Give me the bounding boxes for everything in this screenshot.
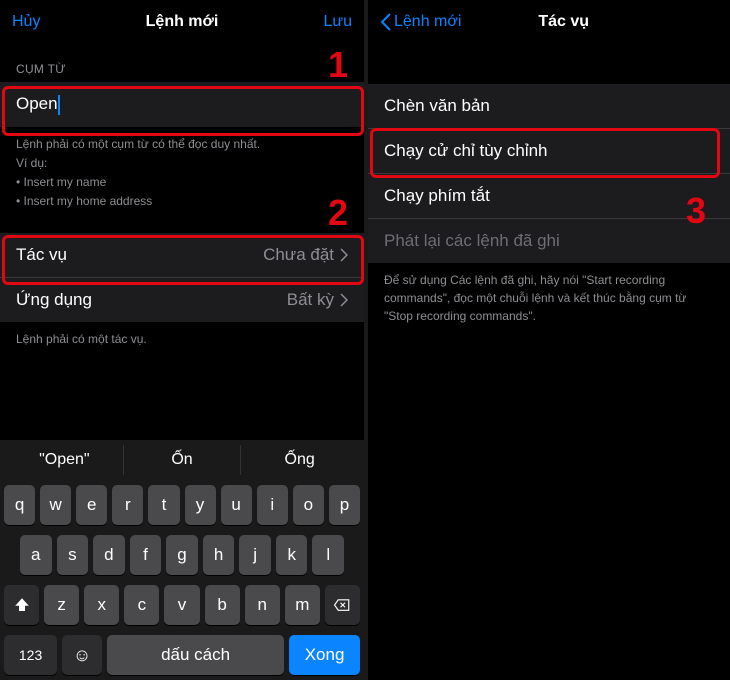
key-u[interactable]: u [221, 485, 252, 525]
option-label: Chèn văn bản [384, 96, 490, 116]
option-playback-recorded: Phát lại các lệnh đã ghi [368, 219, 730, 263]
shift-icon [13, 596, 31, 614]
emoji-key[interactable]: ☺ [62, 635, 102, 675]
nav-bar: Lệnh mới Tác vụ [368, 0, 730, 44]
key-f[interactable]: f [130, 535, 162, 575]
app-value: Bất kỳ [287, 290, 334, 310]
cancel-button[interactable]: Hủy [12, 13, 64, 31]
nav-bar: Hủy Lệnh mới Lưu [0, 0, 364, 44]
key-m[interactable]: m [285, 585, 320, 625]
emoji-icon: ☺ [73, 645, 91, 666]
back-button[interactable]: Lệnh mới [380, 13, 461, 31]
option-insert-text[interactable]: Chèn văn bản [368, 84, 730, 129]
key-r[interactable]: r [112, 485, 143, 525]
key-i[interactable]: i [257, 485, 288, 525]
back-label: Lệnh mới [394, 13, 461, 31]
key-p[interactable]: p [329, 485, 360, 525]
chevron-left-icon [380, 13, 392, 31]
task-cell[interactable]: Tác vụ Chưa đặt [0, 233, 364, 278]
key-g[interactable]: g [166, 535, 198, 575]
key-e[interactable]: e [76, 485, 107, 525]
key-t[interactable]: t [148, 485, 179, 525]
key-j[interactable]: j [239, 535, 271, 575]
option-label: Chạy cử chỉ tùy chỉnh [384, 141, 548, 161]
new-command-screen: Hủy Lệnh mới Lưu CỤM TỪ Open Lệnh phải c… [0, 0, 368, 680]
option-label: Chạy phím tắt [384, 186, 490, 206]
key-c[interactable]: c [124, 585, 159, 625]
backspace-key[interactable] [325, 585, 360, 625]
option-label: Phát lại các lệnh đã ghi [384, 231, 560, 251]
done-key[interactable]: Xong [289, 635, 360, 675]
key-row: asdfghjkl [0, 530, 364, 580]
suggestion[interactable]: Ống [241, 445, 358, 475]
space-key[interactable]: dấu cách [107, 635, 284, 675]
nav-title: Lệnh mới [64, 13, 300, 31]
phrase-helper: Lệnh phải có một cụm từ có thể đọc duy n… [0, 127, 364, 216]
key-k[interactable]: k [276, 535, 308, 575]
app-label: Ứng dụng [16, 290, 92, 310]
option-run-shortcut[interactable]: Chạy phím tắt [368, 174, 730, 219]
key-q[interactable]: q [4, 485, 35, 525]
key-row: zxcvbnm [0, 580, 364, 630]
app-cell[interactable]: Ứng dụng Bất kỳ [0, 278, 364, 322]
nav-title: Tác vụ [461, 13, 666, 31]
phrase-input[interactable]: Open [16, 94, 348, 115]
key-row: 123 ☺ dấu cách Xong [0, 630, 364, 680]
shift-key[interactable] [4, 585, 39, 625]
picker-footer: Để sử dụng Các lệnh đã ghi, hãy nói "Sta… [368, 263, 730, 329]
text-caret [58, 95, 60, 115]
task-picker-screen: Lệnh mới Tác vụ Chèn văn bản Chạy cử chỉ… [368, 0, 730, 680]
chevron-right-icon [340, 248, 348, 262]
task-footer: Lệnh phải có một tác vụ. [0, 322, 364, 353]
key-x[interactable]: x [84, 585, 119, 625]
key-v[interactable]: v [164, 585, 199, 625]
phrase-field[interactable]: Open [0, 82, 364, 127]
key-d[interactable]: d [93, 535, 125, 575]
option-run-gesture[interactable]: Chạy cử chỉ tùy chỉnh [368, 129, 730, 174]
key-s[interactable]: s [57, 535, 89, 575]
keyboard-suggestions: "Open" Ốn Ống [0, 440, 364, 480]
key-o[interactable]: o [293, 485, 324, 525]
key-l[interactable]: l [312, 535, 344, 575]
key-a[interactable]: a [20, 535, 52, 575]
task-label: Tác vụ [16, 245, 67, 265]
key-z[interactable]: z [44, 585, 79, 625]
key-w[interactable]: w [40, 485, 71, 525]
backspace-icon [333, 596, 351, 614]
suggestion[interactable]: Ốn [124, 445, 242, 475]
key-b[interactable]: b [205, 585, 240, 625]
keyboard: "Open" Ốn Ống qwertyuiop asdfghjkl zxcvb… [0, 440, 364, 680]
numbers-key[interactable]: 123 [4, 635, 57, 675]
task-value: Chưa đặt [263, 245, 334, 265]
suggestion[interactable]: "Open" [6, 445, 124, 475]
phrase-section-header: CỤM TỪ [0, 44, 364, 82]
chevron-right-icon [340, 293, 348, 307]
key-y[interactable]: y [185, 485, 216, 525]
key-n[interactable]: n [245, 585, 280, 625]
key-h[interactable]: h [203, 535, 235, 575]
save-button[interactable]: Lưu [300, 13, 352, 31]
key-row: qwertyuiop [0, 480, 364, 530]
